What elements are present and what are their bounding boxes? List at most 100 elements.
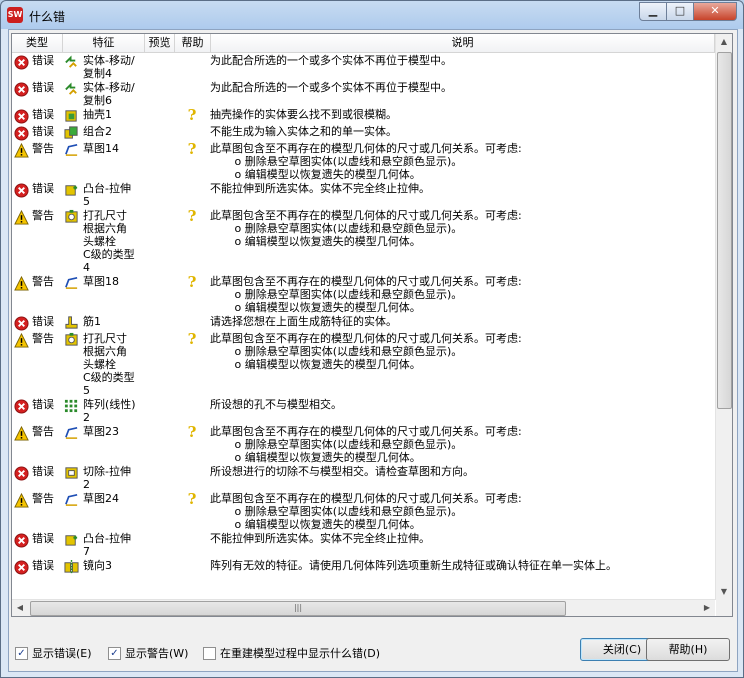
list-row[interactable]: 警告 打孔尺寸 根据六角 头螺栓 C级的类型 4? 此草图包含至不再存在的模型几何体… [12,208,715,274]
row-feature-cell[interactable]: 实体-移动/ 复制4 [62,54,144,80]
help-question-icon[interactable]: ? [188,273,197,291]
row-description: 抽壳操作的实体要么找不到或很模糊。 [210,108,397,121]
row-feature-cell[interactable]: 组合2 [62,125,144,140]
show-during-rebuild-checkmark[interactable] [203,646,216,660]
row-help-cell[interactable]: ? [174,209,210,224]
row-type-cell: 错误 [12,398,62,414]
show-warnings-label: 显示警告(W) [125,647,189,660]
list-row[interactable]: 错误 组合2 不能生成为输入实体之和的单一实体。 [12,124,715,141]
list-row[interactable]: 警告 草图24? 此草图包含至不再存在的模型几何体的尺寸或几何关系。可考虑: o 删… [12,491,715,531]
help-question-icon[interactable]: ? [188,106,197,124]
row-feature-cell[interactable]: 筋1 [62,315,144,330]
column-header-preview[interactable]: 预览 [145,34,175,52]
maximize-button[interactable]: □ [667,2,694,21]
minimize-button[interactable]: ▁ [639,2,667,21]
list-row[interactable]: 警告 草图14? 此草图包含至不再存在的模型几何体的尺寸或几何关系。可考虑: o 删… [12,141,715,181]
list-row[interactable]: 错误 实体-移动/ 复制4 为此配合所选的一个或多个实体不再位于模型中。 [12,53,715,80]
column-header-help[interactable]: 帮助 [175,34,211,52]
title-bar[interactable]: SW 什么错 ▁ □ ✕ [1,1,743,29]
row-description: 此草图包含至不再存在的模型几何体的尺寸或几何关系。可考虑: o 删除悬空草图实体… [210,332,522,371]
list-row[interactable]: 警告 草图23? 此草图包含至不再存在的模型几何体的尺寸或几何关系。可考虑: o 删… [12,424,715,464]
row-feature-name: 实体-移动/ 复制4 [83,54,135,80]
row-feature-cell[interactable]: 打孔尺寸 根据六角 头螺栓 C级的类型 4 [62,209,144,274]
list-row[interactable]: 错误 切除-拉伸 2 所设想进行的切除不与模型相交。请检查草图和方向。 [12,464,715,491]
linear-pattern-icon [64,398,79,413]
list-row[interactable]: 错误 凸台-拉伸 7 不能拉伸到所选实体。实体不完全终止拉伸。 [12,531,715,558]
list-row[interactable]: 错误 抽壳1? 抽壳操作的实体要么找不到或很模糊。 [12,107,715,124]
row-feature-cell[interactable]: 打孔尺寸 根据六角 头螺栓 C级的类型 5 [62,332,144,397]
row-help-cell[interactable]: ? [174,425,210,440]
shell-icon [64,108,79,123]
list-row[interactable]: 警告 草图18? 此草图包含至不再存在的模型几何体的尺寸或几何关系。可考虑: o 删… [12,274,715,314]
horizontal-scroll-thumb[interactable]: ||| [30,601,566,616]
scroll-left-arrow-icon[interactable]: ◀ [12,600,28,616]
row-feature-cell[interactable]: 镜向3 [62,559,144,574]
row-feature-cell[interactable]: 草图24 [62,492,144,507]
row-type-cell: 错误 [12,125,62,141]
error-icon [14,55,29,70]
scroll-down-arrow-icon[interactable]: ▼ [716,584,732,600]
row-feature-name: 草图24 [83,492,119,505]
row-feature-cell[interactable]: 阵列(线性) 2 [62,398,144,424]
row-feature-name: 镜向3 [83,559,112,572]
row-help-cell[interactable]: ? [174,142,210,157]
cut-extrude-icon [64,465,79,480]
horizontal-scrollbar[interactable]: ◀ ||| ▶ [12,599,715,616]
column-header-type[interactable]: 类型 [12,34,63,52]
show-errors-checkbox[interactable]: ✓ 显示错误(E) [15,645,92,661]
window-controls: ▁ □ ✕ [639,2,737,21]
error-icon [14,466,29,481]
show-errors-checkmark[interactable]: ✓ [15,646,28,660]
scroll-right-arrow-icon[interactable]: ▶ [699,600,715,616]
solidworks-app-icon: SW [7,7,23,23]
show-warnings-checkbox[interactable]: ✓ 显示警告(W) [108,645,188,661]
row-feature-cell[interactable]: 实体-移动/ 复制6 [62,81,144,107]
warning-icon [14,492,29,508]
error-icon [14,316,29,331]
help-question-icon[interactable]: ? [188,490,197,508]
list-row[interactable]: 警告 打孔尺寸 根据六角 头螺栓 C级的类型 5? 此草图包含至不再存在的模型几何体… [12,331,715,397]
row-description: 此草图包含至不再存在的模型几何体的尺寸或几何关系。可考虑: o 删除悬空草图实体… [210,275,522,314]
row-feature-name: 组合2 [83,125,112,138]
row-help-cell[interactable]: ? [174,492,210,507]
vertical-scroll-thumb[interactable] [717,52,732,409]
row-feature-cell[interactable]: 草图23 [62,425,144,440]
row-feature-cell[interactable]: 切除-拉伸 2 [62,465,144,491]
show-during-rebuild-checkbox[interactable]: 在重建模型过程中显示什么错(D) [203,645,380,661]
row-severity-label: 错误 [32,315,54,328]
row-feature-cell[interactable]: 草图14 [62,142,144,157]
row-feature-name: 阵列(线性) 2 [83,398,136,424]
vertical-scrollbar[interactable]: ▲ ▼ [715,34,732,600]
list-row[interactable]: 错误 阵列(线性) 2 所设想的孔不与模型相交。 [12,397,715,424]
row-help-cell[interactable]: ? [174,108,210,123]
help-button[interactable]: 帮助(H) [646,638,730,661]
list-row[interactable]: 错误 实体-移动/ 复制6 为此配合所选的一个或多个实体不再位于模型中。 [12,80,715,107]
row-feature-name: 草图14 [83,142,119,155]
help-question-icon[interactable]: ? [188,330,197,348]
error-list[interactable]: 类型 特征 预览 帮助 说明 错误 实体-移动/ 复制4 为此配合所选的一个或多个实… [11,33,733,617]
show-warnings-checkmark[interactable]: ✓ [108,646,121,660]
scroll-up-arrow-icon[interactable]: ▲ [716,34,732,50]
list-row[interactable]: 错误 镜向3 阵列有无效的特征。请使用几何体阵列选项重新生成特征或确认特征在单一实体… [12,558,715,575]
row-feature-cell[interactable]: 凸台-拉伸 5 [62,182,144,208]
row-help-cell[interactable]: ? [174,332,210,347]
help-question-icon[interactable]: ? [188,140,197,158]
help-question-icon[interactable]: ? [188,423,197,441]
row-feature-cell[interactable]: 抽壳1 [62,108,144,123]
row-feature-name: 切除-拉伸 2 [83,465,131,491]
row-feature-cell[interactable]: 草图18 [62,275,144,290]
list-header: 类型 特征 预览 帮助 说明 [12,34,715,53]
close-window-button[interactable]: ✕ [694,2,737,21]
list-row[interactable]: 错误 筋1 请选择您想在上面生成筋特征的实体。 [12,314,715,331]
row-severity-label: 警告 [32,492,54,505]
help-question-icon[interactable]: ? [188,207,197,225]
list-row[interactable]: 错误 凸台-拉伸 5 不能拉伸到所选实体。实体不完全终止拉伸。 [12,181,715,208]
row-description: 此草图包含至不再存在的模型几何体的尺寸或几何关系。可考虑: o 删除悬空草图实体… [210,492,522,531]
column-header-feature[interactable]: 特征 [63,34,145,52]
row-help-cell[interactable]: ? [174,275,210,290]
hole-wizard-icon [64,209,79,224]
row-severity-label: 错误 [32,465,54,478]
column-header-description[interactable]: 说明 [211,34,715,52]
row-feature-cell[interactable]: 凸台-拉伸 7 [62,532,144,558]
row-severity-label: 警告 [32,425,54,438]
